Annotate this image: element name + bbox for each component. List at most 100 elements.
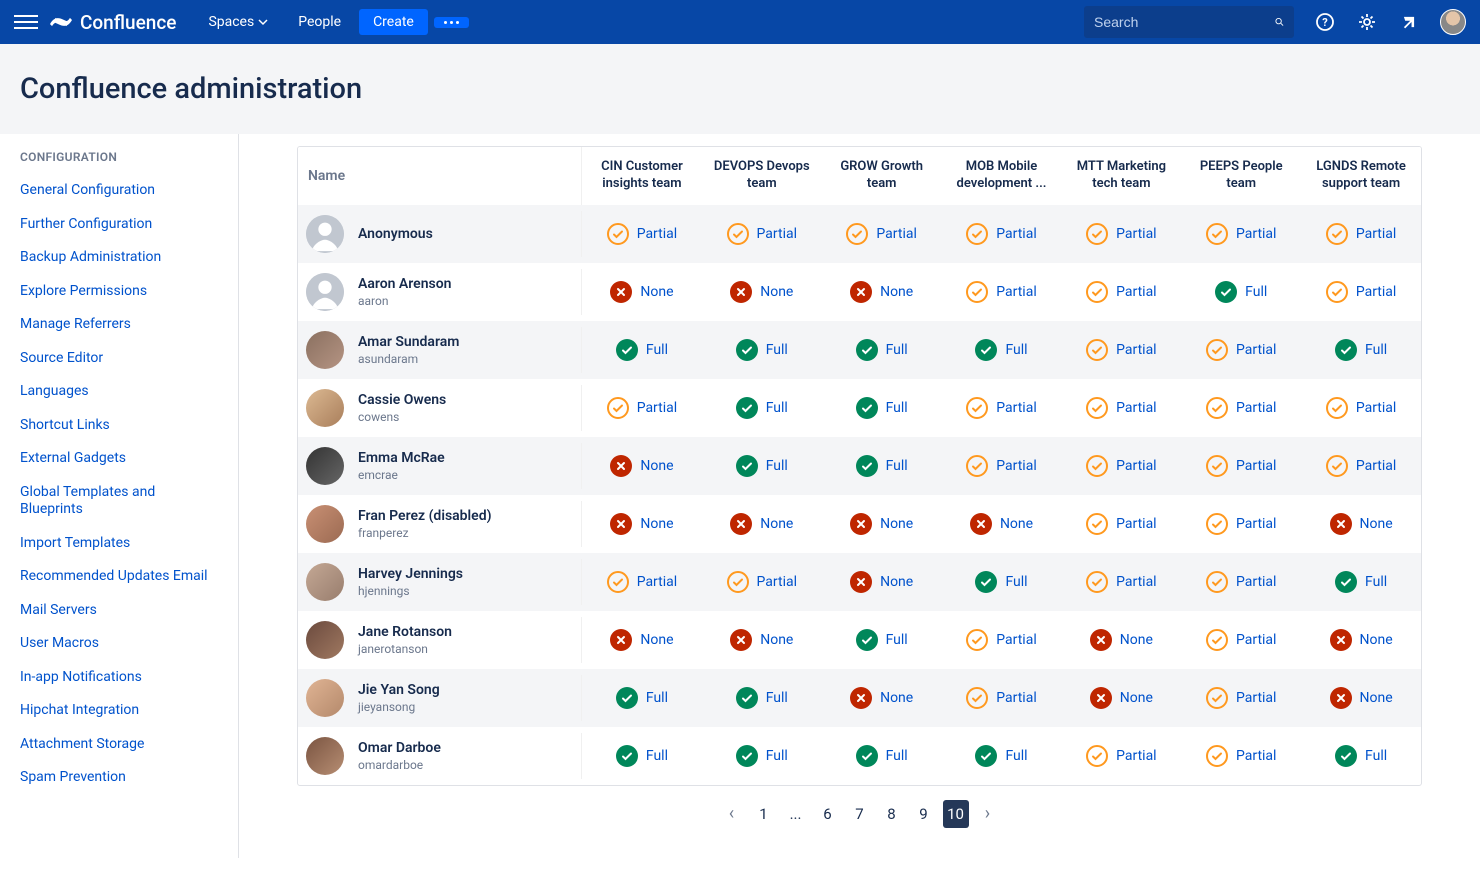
permission-cell[interactable]: Full xyxy=(942,745,1062,767)
permission-cell[interactable]: Full xyxy=(702,745,822,767)
permission-cell[interactable]: None xyxy=(822,281,942,303)
permission-cell[interactable]: Partial xyxy=(582,397,702,419)
permission-cell[interactable]: Partial xyxy=(1181,455,1301,477)
sidebar-item-4[interactable]: Manage Referrers xyxy=(20,308,218,342)
permission-cell[interactable]: Partial xyxy=(1061,455,1181,477)
permission-cell[interactable]: Partial xyxy=(942,455,1062,477)
permission-cell[interactable]: Partial xyxy=(1181,687,1301,709)
permission-cell[interactable]: Partial xyxy=(1181,397,1301,419)
sidebar-item-8[interactable]: External Gadgets xyxy=(20,442,218,476)
permission-cell[interactable]: None xyxy=(1061,687,1181,709)
sidebar-item-3[interactable]: Explore Permissions xyxy=(20,275,218,309)
permission-cell[interactable]: Partial xyxy=(1061,745,1181,767)
permission-cell[interactable]: Full xyxy=(822,339,942,361)
user-avatar[interactable] xyxy=(1440,9,1466,35)
permission-cell[interactable]: Partial xyxy=(1061,339,1181,361)
permission-cell[interactable]: Full xyxy=(942,571,1062,593)
search-box[interactable] xyxy=(1084,6,1294,38)
permission-cell[interactable]: Full xyxy=(822,745,942,767)
permission-cell[interactable]: Partial xyxy=(1181,339,1301,361)
sidebar-item-5[interactable]: Source Editor xyxy=(20,342,218,376)
permission-cell[interactable]: Partial xyxy=(582,571,702,593)
permission-cell[interactable]: Full xyxy=(1301,571,1421,593)
sidebar-item-0[interactable]: General Configuration xyxy=(20,174,218,208)
pager-page-1[interactable]: 1 xyxy=(751,800,777,828)
sidebar-item-6[interactable]: Languages xyxy=(20,375,218,409)
permission-cell[interactable]: Partial xyxy=(1301,281,1421,303)
pager-page-6[interactable]: 6 xyxy=(815,800,841,828)
permission-cell[interactable]: Partial xyxy=(942,397,1062,419)
pager-page-7[interactable]: 7 xyxy=(847,800,873,828)
sidebar-item-14[interactable]: In-app Notifications xyxy=(20,661,218,695)
permission-cell[interactable]: Full xyxy=(582,687,702,709)
permission-cell[interactable]: Partial xyxy=(1301,455,1421,477)
permission-cell[interactable]: Partial xyxy=(1061,223,1181,245)
sidebar-item-16[interactable]: Attachment Storage xyxy=(20,728,218,762)
sidebar-item-9[interactable]: Global Templates and Blueprints xyxy=(20,476,218,527)
permission-cell[interactable]: None xyxy=(582,281,702,303)
permission-cell[interactable]: Full xyxy=(1181,281,1301,303)
notification-icon[interactable] xyxy=(1398,11,1420,33)
sidebar-item-11[interactable]: Recommended Updates Email xyxy=(20,560,218,594)
permission-cell[interactable]: Full xyxy=(702,455,822,477)
permission-cell[interactable]: Partial xyxy=(942,223,1062,245)
sidebar-item-17[interactable]: Spam Prevention xyxy=(20,761,218,795)
menu-icon[interactable] xyxy=(14,10,38,34)
pager-page-8[interactable]: 8 xyxy=(879,800,905,828)
sidebar-item-13[interactable]: User Macros xyxy=(20,627,218,661)
permission-cell[interactable]: None xyxy=(822,571,942,593)
permission-cell[interactable]: None xyxy=(582,455,702,477)
sidebar-item-7[interactable]: Shortcut Links xyxy=(20,409,218,443)
permission-cell[interactable]: Partial xyxy=(702,223,822,245)
sidebar-item-10[interactable]: Import Templates xyxy=(20,527,218,561)
permission-cell[interactable]: Full xyxy=(582,339,702,361)
sidebar-item-2[interactable]: Backup Administration xyxy=(20,241,218,275)
permission-cell[interactable]: Full xyxy=(702,339,822,361)
permission-cell[interactable]: Full xyxy=(822,397,942,419)
permission-cell[interactable]: Partial xyxy=(1061,571,1181,593)
permission-cell[interactable]: None xyxy=(1301,687,1421,709)
permission-cell[interactable]: Full xyxy=(582,745,702,767)
permission-cell[interactable]: Full xyxy=(1301,339,1421,361)
permission-cell[interactable]: Partial xyxy=(1181,571,1301,593)
permission-cell[interactable]: None xyxy=(1061,629,1181,651)
permission-cell[interactable]: Full xyxy=(702,397,822,419)
permission-cell[interactable]: Partial xyxy=(942,281,1062,303)
sidebar-item-15[interactable]: Hipchat Integration xyxy=(20,694,218,728)
permission-cell[interactable]: Full xyxy=(822,629,942,651)
search-input[interactable] xyxy=(1094,14,1275,30)
permission-cell[interactable]: None xyxy=(582,513,702,535)
permission-cell[interactable]: None xyxy=(702,513,822,535)
pager-prev[interactable]: ‹ xyxy=(719,800,745,828)
permission-cell[interactable]: Partial xyxy=(942,629,1062,651)
permission-cell[interactable]: Partial xyxy=(1301,223,1421,245)
pager-next[interactable]: › xyxy=(975,800,1001,828)
permission-cell[interactable]: Partial xyxy=(1181,629,1301,651)
permission-cell[interactable]: Partial xyxy=(582,223,702,245)
brand[interactable]: Confluence xyxy=(50,11,176,34)
sidebar-item-12[interactable]: Mail Servers xyxy=(20,594,218,628)
permission-cell[interactable]: Partial xyxy=(702,571,822,593)
permission-cell[interactable]: Partial xyxy=(1181,745,1301,767)
permission-cell[interactable]: None xyxy=(1301,629,1421,651)
nav-people[interactable]: People xyxy=(286,8,353,36)
permission-cell[interactable]: Partial xyxy=(942,687,1062,709)
permission-cell[interactable]: Full xyxy=(1301,745,1421,767)
permission-cell[interactable]: Partial xyxy=(822,223,942,245)
permission-cell[interactable]: None xyxy=(582,629,702,651)
sidebar-item-1[interactable]: Further Configuration xyxy=(20,208,218,242)
gear-icon[interactable] xyxy=(1356,11,1378,33)
permission-cell[interactable]: None xyxy=(702,281,822,303)
permission-cell[interactable]: Full xyxy=(702,687,822,709)
help-icon[interactable]: ? xyxy=(1314,11,1336,33)
permission-cell[interactable]: Partial xyxy=(1181,513,1301,535)
permission-cell[interactable]: Partial xyxy=(1061,513,1181,535)
permission-cell[interactable]: Partial xyxy=(1061,397,1181,419)
permission-cell[interactable]: None xyxy=(1301,513,1421,535)
pager-page-10[interactable]: 10 xyxy=(943,800,969,828)
more-button[interactable] xyxy=(434,17,469,28)
permission-cell[interactable]: Partial xyxy=(1301,397,1421,419)
permission-cell[interactable]: Full xyxy=(822,455,942,477)
pager-page-9[interactable]: 9 xyxy=(911,800,937,828)
nav-spaces[interactable]: Spaces xyxy=(196,8,280,36)
